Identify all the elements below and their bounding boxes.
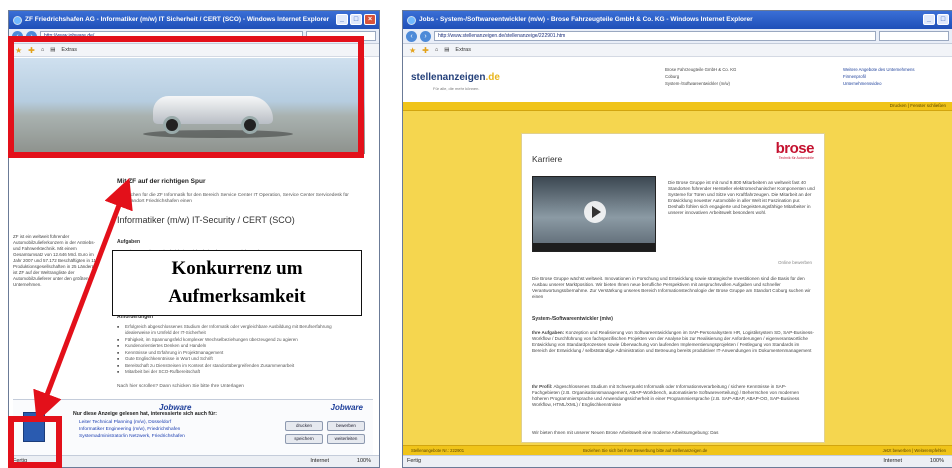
left-status-zoom[interactable]: 100% [357,456,371,467]
karriere-heading: Karriere [532,154,563,164]
right-search-field[interactable] [879,31,949,41]
company-info: Brose Fahrzeugteile GmbH & Co. KG Coburg… [665,66,736,87]
brose-intro-text: Die Brose Gruppe ist mit rund 9.800 Mita… [668,180,815,215]
logo-tld: .de [485,72,500,83]
favorites-star-icon[interactable]: ★ [409,46,416,55]
zf-company-sidebar: ZF ist ein weltweit führender Automobilz… [13,234,99,287]
minimize-button[interactable]: _ [336,14,348,25]
jobware-logo-right: Jobware [330,403,363,412]
right-status-zoom[interactable]: 100% [930,456,944,467]
company-links: Weitere Angebote des Unternehmens Firmen… [843,66,915,87]
brose-tasks: Ihre Aufgaben: Konzeption und Realisieru… [532,330,814,354]
brose-profile: Ihr Profil: Abgeschlossenes Studium mit … [532,384,814,408]
zf-intro: Wir suchen für die ZF Informatik für den… [117,193,349,204]
jobware-link[interactable]: Leiter Technical Planning (m/w), Düsseld… [79,420,171,425]
right-status-zone: Internet [883,458,902,464]
stellenanzeigen-slogan: Für alle, die mehr können. [433,86,480,91]
highlight-frame-banner [8,36,364,158]
left-status-bar: Fertig Internet 100% [9,455,379,467]
stellenanzeigen-logo[interactable]: stellenanzeigen.de [411,72,500,83]
print-icon[interactable]: ▤ [444,47,449,53]
footer-apply-links[interactable]: Jetzt bewerben | Weiterempfehlen [883,446,946,455]
tasks-text: Konzeption und Realisierung von Software… [532,330,814,353]
stellenanzeigen-footer: Stellenangebote Nr.: 222901 Beziehen Sie… [403,445,952,455]
right-title-bar: Jobs - System-/Softwareentwickler (m/w) … [403,11,952,29]
right-window-title: Jobs - System-/Softwareentwickler (m/w) … [419,16,753,23]
yellow-background: brose Technik für Automobile Karriere Di… [403,111,952,455]
right-browser-window: Jobs - System-/Softwareentwickler (m/w) … [402,10,952,468]
right-address-bar: ‹ › http://www.stellenanzeigen.de/stelle… [403,29,952,44]
more-offers-link[interactable]: Weitere Angebote des Unternehmens [843,66,915,73]
highlight-frame-logo [8,416,62,468]
brose-growth-text: Die Brose Gruppe wächst weltweit. Innova… [532,276,811,299]
list-item: Erfolgreich abgeschlossenes Studium der … [117,324,357,337]
print-close-strip: Drucken | Fenster schließen [403,102,952,111]
brose-job-card: brose Technik für Automobile Karriere Di… [521,133,825,443]
brose-tagline: Technik für Automobile [778,156,814,160]
callout-line-2: Aufmerksamkeit [168,286,306,307]
zf-heading: Mit ZF auf der richtigen Spur [117,178,206,185]
jobware-link[interactable]: Informatiker Engineering (m/w), Friedric… [79,427,180,432]
home-icon[interactable]: ⌂ [435,47,438,53]
logo-main: stellenanzeigen [411,72,486,83]
list-item: Mitarbeit bei der SCO-Rufbereitschaft [117,369,357,376]
brose-closing-text: Wir bieten Ihnen mit unserer Neuen Brose… [532,430,719,435]
maximize-button[interactable]: □ [937,14,949,25]
play-icon[interactable] [584,201,606,223]
jobware-teaser: Nur diese Anzeige gelesen hat, interessi… [73,411,217,417]
company-name: Brose Fahrzeugteile GmbH & Co. KG [665,67,737,72]
ie-icon [13,16,22,25]
tasks-label: Ihre Aufgaben: [532,330,565,335]
competition-callout: Konkurrenz um Aufmerksamkeit [112,250,362,316]
online-bewerben-link[interactable]: Online bewerben [778,260,812,265]
jobware-link[interactable]: Systemadministrator/in Netzwerk, Friedri… [79,434,185,439]
weiterleiten-button[interactable]: weiterleiten [327,434,365,444]
right-window-controls: _ □ [923,14,949,25]
brose-logo: brose [775,140,815,157]
back-icon[interactable]: ‹ [406,30,417,42]
minimize-button[interactable]: _ [923,14,935,25]
zf-footer-note: Nach hier scrollen? Dann schicken Sie bi… [117,383,244,389]
right-url-field[interactable]: http://www.stellenanzeigen.de/stellenanz… [434,31,876,41]
left-status-zone: Internet [310,458,329,464]
company-video-link[interactable]: Unternehmensvideo [843,80,915,87]
company-video-player[interactable] [532,176,656,252]
stellenanzeigen-header: stellenanzeigen.de Für alle, die mehr kö… [403,58,952,102]
jobware-recommendation-bar: Jobware Jobware Nur diese Anzeige gelese… [13,399,373,455]
right-status-text: Fertig [407,458,422,464]
footer-reference-note: Beziehen Sie sich bei Ihrer Bewerbung bi… [583,448,708,453]
video-controls[interactable] [533,243,655,251]
zf-section-aufgaben: Aufgaben [117,239,141,245]
company-city: Coburg [665,74,680,79]
callout-line-1: Konkurrenz um [171,258,303,279]
footer-ad-number: Stellenangebote Nr.: 222901 [411,448,465,453]
brose-job-title: System-/Softwareentwickler (m/w) [532,316,613,322]
company-position: System-/Softwareentwickler (m/w) [665,81,730,86]
maximize-button[interactable]: □ [350,14,362,25]
speichern-button[interactable]: speichern [285,434,323,444]
add-favorites-icon[interactable]: ✚ [422,46,429,55]
company-profile-link[interactable]: Firmenprofil [843,73,915,80]
left-window-title: ZF Friedrichshafen AG - Informatiker (m/… [25,16,330,23]
profile-text: Abgeschlossenes Studium mit Schwerpunkt … [532,384,800,407]
right-command-bar: ★ ✚ ⌂ ▤ Extras [403,44,952,57]
ie-icon [407,16,416,25]
profile-label: Ihr Profil: [532,384,553,389]
print-close-links[interactable]: Drucken | Fenster schließen [890,103,946,108]
screenshot-stage: ZF Friedrichshafen AG - Informatiker (m/… [0,0,952,468]
right-status-bar: Fertig Internet 100% [403,455,952,467]
drucken-button[interactable]: drucken [285,421,323,431]
close-button[interactable]: × [364,14,376,25]
right-extras-menu[interactable]: Extras [455,47,471,53]
left-window-controls: _ □ × [336,14,376,25]
bewerben-button[interactable]: bewerben [327,421,365,431]
forward-icon[interactable]: › [420,30,431,42]
zf-job-title: Informatiker (m/w) IT-Security / CERT (S… [117,215,295,225]
left-title-bar: ZF Friedrichshafen AG - Informatiker (m/… [9,11,379,29]
